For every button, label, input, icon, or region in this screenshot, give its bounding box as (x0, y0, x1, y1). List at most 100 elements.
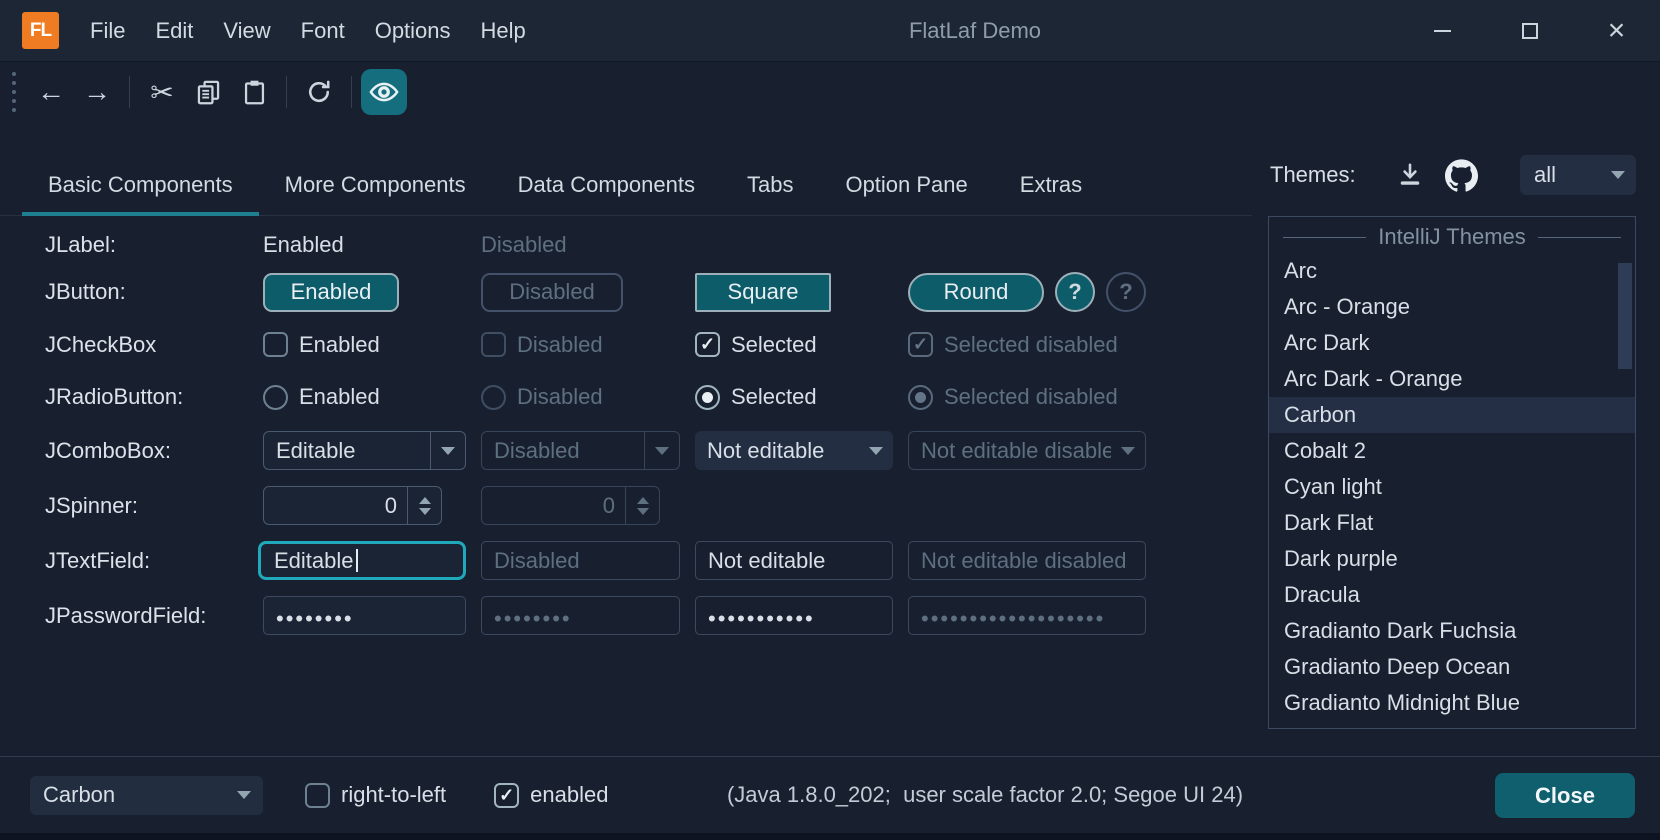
theme-list-item[interactable]: Cobalt 2 (1269, 433, 1635, 469)
enabled-checkbox[interactable]: ✓ enabled (494, 782, 608, 808)
menu-item[interactable]: Help (466, 0, 541, 61)
paste-button[interactable] (231, 69, 277, 115)
runtime-info-label: (Java 1.8.0_202; user scale factor 2.0; … (727, 782, 1243, 808)
help-button[interactable]: ? (1055, 272, 1095, 312)
checkbox-unchecked (305, 783, 330, 808)
tab[interactable]: Basic Components (22, 158, 259, 216)
copy-icon (195, 79, 222, 106)
tabbar: Basic ComponentsMore ComponentsData Comp… (22, 158, 1108, 216)
forward-button[interactable]: → (74, 69, 120, 115)
jlabel-enabled: Enabled (263, 232, 344, 258)
tab[interactable]: Data Components (492, 158, 721, 216)
maximize-button[interactable] (1486, 0, 1573, 61)
menu-item[interactable]: File (75, 0, 140, 61)
theme-list-item[interactable]: Arc - Orange (1269, 289, 1635, 325)
jlabel-row-label: JLabel: (45, 224, 248, 266)
square-button[interactable]: Square (695, 273, 831, 312)
download-themes-button[interactable] (1390, 155, 1430, 195)
close-button[interactable]: Close (1495, 773, 1635, 818)
combobox-not-editable-disabled: Not editable disabled (908, 431, 1146, 470)
passwordfield-disabled: •••••••• (481, 596, 680, 635)
tab[interactable]: Tabs (721, 158, 819, 216)
passwordfield-enabled[interactable]: •••••••• (263, 596, 466, 635)
spinner-enabled[interactable]: 0 (263, 486, 442, 525)
menu-item[interactable]: Font (286, 0, 360, 61)
theme-list-item[interactable]: Gradianto Deep Ocean (1269, 649, 1635, 685)
combobox-editable[interactable]: Editable (263, 431, 466, 470)
menu-item[interactable]: Edit (140, 0, 208, 61)
combobox-not-editable[interactable]: Not editable (695, 431, 893, 470)
jtextfield-row-label: JTextField: (45, 533, 248, 588)
textfield-editable[interactable]: Editable (258, 541, 466, 580)
theme-list-item[interactable]: Arc (1269, 253, 1635, 289)
scissors-icon: ✂ (150, 76, 173, 109)
spinner-down-icon[interactable] (419, 508, 431, 515)
menubar: FileEditViewFontOptionsHelp (75, 0, 541, 61)
refresh-button[interactable] (296, 69, 342, 115)
spinner-up-icon[interactable] (419, 497, 431, 504)
themes-scrollbar-thumb[interactable] (1618, 263, 1632, 369)
radio-selected-disabled (908, 385, 933, 410)
theme-list-item[interactable]: Arc Dark - Orange (1269, 361, 1635, 397)
toolbar: ← → ✂ (0, 62, 407, 122)
window-bottom-edge (0, 833, 1660, 840)
round-button[interactable]: Round (908, 273, 1044, 312)
checkbox-checked: ✓ (494, 783, 519, 808)
theme-list-item[interactable]: Dark purple (1269, 541, 1635, 577)
toolbar-grip-handle[interactable] (12, 72, 16, 112)
theme-list-item[interactable]: Cyan light (1269, 469, 1635, 505)
tab[interactable]: Extras (994, 158, 1108, 216)
theme-list-item[interactable]: Gradianto Midnight Blue (1269, 685, 1635, 721)
theme-list-item[interactable]: Arc Dark (1269, 325, 1635, 361)
github-link-button[interactable] (1442, 155, 1482, 195)
theme-list-item[interactable]: Gradianto Dark Fuchsia (1269, 613, 1635, 649)
theme-filter-combobox[interactable]: all (1520, 155, 1636, 195)
chevron-down-icon (655, 447, 669, 455)
minimize-icon (1434, 30, 1451, 32)
menu-item[interactable]: Options (360, 0, 466, 61)
chevron-down-icon (237, 791, 251, 799)
theme-list-item[interactable]: Dark Flat (1269, 505, 1635, 541)
textfield-not-editable[interactable]: Not editable (695, 541, 893, 580)
themes-label: Themes: (1270, 162, 1356, 188)
jradiobutton-row-label: JRadioButton: (45, 371, 248, 423)
radio-selected[interactable] (695, 385, 720, 410)
jcombobox-row-label: JComboBox: (45, 423, 248, 478)
copy-button[interactable] (185, 69, 231, 115)
jbutton-row-label: JButton: (45, 266, 248, 318)
jcheckbox-row-label: JCheckBox (45, 318, 248, 371)
back-button[interactable]: ← (28, 69, 74, 115)
radio-disabled (481, 385, 506, 410)
close-window-button[interactable]: × (1573, 0, 1660, 61)
titlebar: FL FileEditViewFontOptionsHelp FlatLaf D… (0, 0, 1660, 62)
flatlaf-logo-icon: FL (22, 12, 59, 49)
window-title: FlatLaf Demo (909, 18, 1041, 44)
download-icon (1396, 161, 1424, 189)
checkbox-selected[interactable]: ✓ (695, 332, 720, 357)
checkbox-enabled[interactable] (263, 332, 288, 357)
minimize-button[interactable] (1399, 0, 1486, 61)
enabled-button[interactable]: Enabled (263, 273, 399, 312)
tab[interactable]: More Components (259, 158, 492, 216)
text-caret (356, 549, 358, 572)
toolbar-separator (286, 76, 287, 108)
jpasswordfield-row-label: JPasswordField: (45, 588, 248, 643)
theme-list-item[interactable]: Carbon (1269, 397, 1635, 433)
window-controls: × (1399, 0, 1660, 61)
clipboard-icon (241, 79, 268, 106)
right-to-left-checkbox[interactable]: right-to-left (305, 782, 446, 808)
spinner-disabled: 0 (481, 486, 660, 525)
themes-group-header: IntelliJ Themes (1269, 221, 1635, 253)
theme-list-item[interactable]: Dracula (1269, 577, 1635, 613)
lookandfeel-combobox[interactable]: Carbon (30, 776, 263, 815)
radio-enabled[interactable] (263, 385, 288, 410)
show-hide-toggle-button[interactable] (361, 69, 407, 115)
cut-button[interactable]: ✂ (139, 69, 185, 115)
back-arrow-icon: ← (37, 76, 65, 108)
menu-item[interactable]: View (208, 0, 285, 61)
checkbox-selected-disabled: ✓ (908, 332, 933, 357)
passwordfield-not-editable[interactable]: ••••••••••• (695, 596, 893, 635)
help-button-disabled: ? (1106, 272, 1146, 312)
tab[interactable]: Option Pane (819, 158, 993, 216)
checkbox-disabled (481, 332, 506, 357)
